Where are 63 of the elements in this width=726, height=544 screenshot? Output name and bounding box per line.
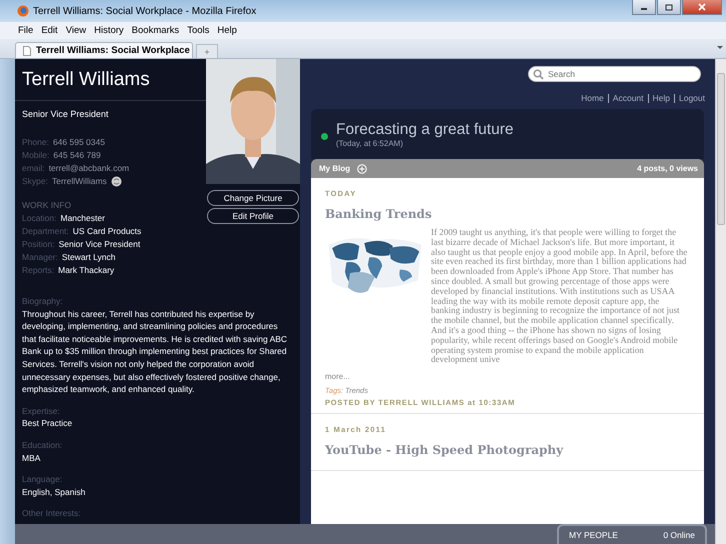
field-label: Location: [22,212,56,225]
browser-icon [17,5,29,17]
section-heading: WORK INFO [22,199,72,212]
section-text: Best Practice [22,417,74,430]
field-value: 645 546 789 [53,149,101,162]
menu-item[interactable]: Edit [41,25,58,36]
page-icon [23,46,31,56]
menu-item[interactable]: Bookmarks [132,25,180,36]
profile-button[interactable]: Change Picture [207,190,299,206]
job-title: Senior Vice President [22,109,110,119]
menu-item[interactable]: View [66,25,86,36]
browser-tab[interactable]: Terrell Williams: Social Workplace [15,42,193,58]
field-value: 646 595 0345 [52,136,105,149]
menu-item[interactable]: File [18,25,34,36]
field-label: Reports: [22,264,54,277]
field-label: Department: [22,225,69,238]
section-label: Expertise: [22,404,61,418]
field-label: email: [22,162,45,175]
new-tab-button[interactable]: + [196,44,218,58]
more-link[interactable]: more... [325,372,690,382]
window-title: Terrell Williams: Social Workplace - Mozilla Firefox [33,6,258,16]
blog-stats: 4 posts, 0 views [637,164,698,173]
field-value: Stewart Lynch [62,251,116,264]
maximize-button[interactable] [657,0,681,15]
menu-item[interactable]: History [94,25,124,36]
status-text: Forecasting a great future [336,120,514,138]
section-text: English, Spanish [22,486,86,498]
nav-link[interactable]: Logout [679,93,705,103]
field-label: Phone: [22,136,49,149]
search-field[interactable]: Search [528,66,701,82]
menu-item[interactable]: Help [217,25,237,36]
scrollbar[interactable] [715,59,726,544]
post-text: If 2009 taught us anything, it's that people were willing to forget the last bizarre decade of Michael Jackson's life. But more important, it also taught us that people enjoy a good mobile app. In April, before the site even reached its first birthday, more than 1 billion applications had been downloaded from Apple's iPhone App Store. That number has since doubled. A small but growing percentage of those apps were developed by financial institutions. With institutions such as USAA leading the way with its mobile remote deposit capture app, the banking industry is beginning to recognize the importance of not just the mobile channel, but the mobile application channel specifically. And it's a good thing -- the iPhone has shown no signs of losing popularity, while recent offerings based on Google's Android mobile operating system promise to expand the mobile application development unive [431,228,688,366]
menu-item[interactable]: Tools [187,25,210,36]
field-value: US Card Products [72,225,142,238]
section-text: MBA [22,452,42,464]
status-time: (Today, at 6:52AM) [336,138,404,148]
field-label: Mobile: [22,149,50,162]
section-label: Language: [22,473,64,486]
people-tab[interactable]: MY PEOPLE 0 Online [557,524,707,544]
field-value: terrell@abcbank.com [48,162,130,175]
section-label: Other Interests: [22,507,82,520]
caret-icon [717,46,723,50]
nav-link[interactable]: Account [612,93,644,103]
field-label: Manager: [22,251,58,264]
nav-link[interactable]: Help [652,93,670,103]
profile-button[interactable]: Edit Profile [207,208,299,224]
add-icon[interactable] [357,164,368,174]
field-value: Manchester [60,212,105,225]
minimize-button[interactable] [632,0,656,15]
section-label: Biography: [22,295,64,308]
blog-title: My Blog [319,164,350,173]
field-value: Senior Vice President [58,238,140,251]
close-button[interactable] [682,0,722,15]
nav-link[interactable]: Home [581,93,604,103]
field-value: TerrellWilliams [52,175,107,188]
field-label: Position: [22,238,55,251]
section-label: Education: [22,438,64,452]
section-text: Throughout his career, Terrell has contributed his expertise by developing, implementing, and streamlining policies and procedures that facilitate noticeable improvements. He is credited with saving ABC Bank up to $35 million through implementing best practices for Shared Services. Terrell's vision not only helped the corporation avoid unnecessary expenses, but also effectively fostered positive change, emphasized teamwork, and enhanced quality. [22,308,288,396]
field-value: Mark Thackary [58,264,114,277]
field-label: Skype: [22,175,48,188]
close-icon [698,3,706,11]
maximize-icon [665,4,673,10]
